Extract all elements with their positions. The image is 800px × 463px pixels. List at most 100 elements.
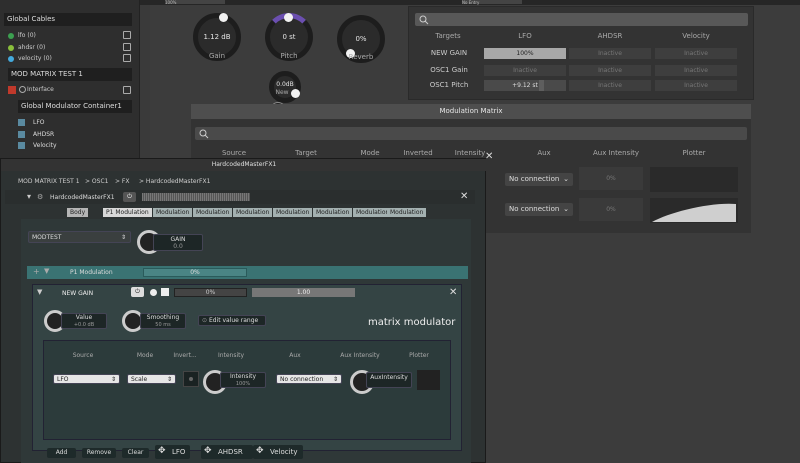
target-cell[interactable]: Inactive	[655, 65, 737, 76]
target-name: OSC1 Gain	[430, 66, 468, 74]
modulator-icon	[18, 131, 25, 138]
modulator-item-lfo[interactable]: LFO	[18, 117, 45, 129]
cable-item[interactable]: lfo (0)	[8, 30, 36, 41]
gear-icon[interactable]: ⚙	[37, 193, 43, 201]
mm-th-aux: Aux	[537, 149, 551, 157]
tab-p1-modulation[interactable]: P1 Modulation	[103, 208, 152, 217]
tab-modulation[interactable]: Modulation	[313, 208, 353, 217]
gain-fx-value[interactable]: GAIN 0.0	[153, 234, 203, 251]
mm-aux-dropdown[interactable]: No connection ⌄	[505, 203, 573, 216]
source-drag-velocity[interactable]: ✥ Velocity	[253, 445, 303, 459]
plotter-curve	[652, 203, 736, 222]
open-external-icon[interactable]	[123, 54, 131, 62]
interface-label[interactable]: Interface	[27, 84, 54, 95]
im-th-source: Source	[72, 352, 94, 359]
tab-body[interactable]: Body	[67, 208, 89, 217]
invert-toggle[interactable]	[183, 371, 199, 387]
toggle-dot	[189, 377, 193, 381]
interface-color-icon	[8, 86, 16, 94]
new-gain-panel: ▼ NEW GAIN ⏻ 0% 1.00 ✕ Value +0.0 dB Smo…	[32, 284, 462, 459]
gain-knob-handle[interactable]	[219, 13, 228, 22]
power-icon[interactable]: ⏻	[131, 287, 144, 297]
open-external-icon[interactable]	[123, 86, 131, 94]
expand-icon[interactable]: ▼	[44, 267, 49, 275]
mm-th-target: Target	[295, 149, 317, 157]
zoom-dropdown[interactable]: 100%	[165, 0, 225, 5]
power-icon[interactable]: ⏻	[123, 192, 136, 202]
edit-value-range-button[interactable]: ⊙ Edit value range	[198, 315, 266, 326]
im-th-aux-intensity: Aux Intensity	[340, 352, 380, 359]
breadcrumb-item[interactable]: > FX	[115, 178, 130, 185]
pitch-knob-handle[interactable]	[284, 13, 293, 22]
new-gain-value-bar[interactable]: 1.00	[252, 288, 355, 297]
tab-modulation[interactable]: Modulation	[193, 208, 233, 217]
p1-modulation-row: + ▼ P1 Modulation 0%	[27, 266, 468, 279]
clear-button[interactable]: Clear	[122, 448, 149, 458]
top-right-dropdown[interactable]: No Entry	[462, 0, 522, 5]
matrix-search[interactable]	[195, 127, 747, 140]
source-dropdown[interactable]: LFO ⇕	[53, 374, 120, 384]
remove-button[interactable]: Remove	[82, 448, 116, 458]
p1-intensity-bar[interactable]: 0%	[143, 268, 247, 277]
inner-plotter	[417, 370, 440, 390]
modulator-item-velocity[interactable]: Velocity	[18, 140, 57, 152]
intensity-display[interactable]: Intensity 100%	[220, 372, 266, 388]
preset-dropdown[interactable]: MODTEST ⇕	[28, 231, 131, 243]
breadcrumb-item[interactable]: > HardcodedMasterFX1	[139, 178, 210, 185]
close-icon[interactable]: ✕	[449, 288, 457, 298]
aux-intensity-display[interactable]: AuxIntensity	[366, 372, 412, 388]
target-cell[interactable]: 100%	[484, 48, 566, 59]
breadcrumb-item[interactable]: > OSC1	[85, 178, 108, 185]
bypass-icon[interactable]	[19, 86, 26, 93]
expand-icon[interactable]: ▾	[27, 192, 31, 201]
target-cell[interactable]: Inactive	[569, 48, 651, 59]
close-icon[interactable]: ✕	[460, 192, 468, 202]
tab-modulation[interactable]: Modulation	[233, 208, 273, 217]
smoothing-display[interactable]: Smoothing 50 ms	[140, 313, 186, 329]
add-icon[interactable]: +	[33, 267, 40, 276]
add-button[interactable]: Add	[47, 448, 76, 458]
target-cell[interactable]: Inactive	[655, 48, 737, 59]
mm-aux-intensity[interactable]: 0%	[579, 198, 643, 221]
curve-icon[interactable]	[161, 288, 169, 296]
cable-dot-icon	[8, 32, 14, 39]
targets-search[interactable]	[415, 13, 748, 26]
search-icon	[419, 15, 429, 25]
mm-th-mode: Mode	[360, 149, 380, 157]
inner-matrix: Source Mode Invert... Intensity Aux Aux …	[43, 340, 451, 440]
target-cell[interactable]: Inactive	[484, 65, 566, 76]
cable-item[interactable]: ahdsr (0)	[8, 42, 45, 53]
fx-window: HardcodedMasterFX1 MOD MATRIX TEST 1 > O…	[0, 158, 487, 463]
new-knob-label: New	[275, 89, 289, 96]
new-gain-intensity-bar[interactable]: 0%	[174, 288, 247, 297]
source-drag-lfo[interactable]: ✥ LFO	[155, 445, 190, 459]
tab-modulation[interactable]: Modulation	[387, 208, 427, 217]
new-gain-label: NEW GAIN	[62, 290, 94, 297]
drag-move-icon: ✥	[256, 446, 264, 456]
source-drag-ahdsr[interactable]: ✥ AHDSR	[201, 445, 253, 459]
mm-aux-dropdown[interactable]: No connection ⌄	[505, 173, 573, 186]
target-cell[interactable]: Inactive	[569, 65, 651, 76]
tab-modulation[interactable]: Modulation	[153, 208, 193, 217]
pitch-knob-label: Pitch	[280, 52, 298, 60]
mm-aux-intensity[interactable]: 0%	[579, 167, 643, 190]
expand-icon[interactable]: ▼	[37, 288, 42, 296]
open-external-icon[interactable]	[123, 43, 131, 51]
aux-dropdown[interactable]: No connection ⇕	[276, 374, 342, 384]
value-display[interactable]: Value +0.0 dB	[61, 313, 107, 329]
im-th-invert: Invert...	[173, 352, 197, 359]
open-external-icon[interactable]	[123, 31, 131, 39]
new-knob[interactable]: 0.0dB	[269, 71, 301, 103]
chevron-down-icon: ⌄	[563, 175, 569, 183]
cable-item[interactable]: velocity (0)	[8, 53, 52, 64]
target-cell[interactable]: Inactive	[569, 80, 651, 91]
breadcrumb-item[interactable]: MOD MATRIX TEST 1	[18, 178, 80, 185]
mm-plotter	[650, 167, 738, 192]
mm-th-plotter: Plotter	[682, 149, 706, 157]
mode-dropdown[interactable]: Scale ⇕	[127, 374, 176, 384]
target-cell[interactable]: Inactive	[655, 80, 737, 91]
tab-modulation[interactable]: Modulation	[273, 208, 313, 217]
record-icon[interactable]	[150, 289, 157, 296]
target-cell[interactable]: +9.12 st	[484, 80, 566, 91]
im-th-mode: Mode	[136, 352, 154, 359]
